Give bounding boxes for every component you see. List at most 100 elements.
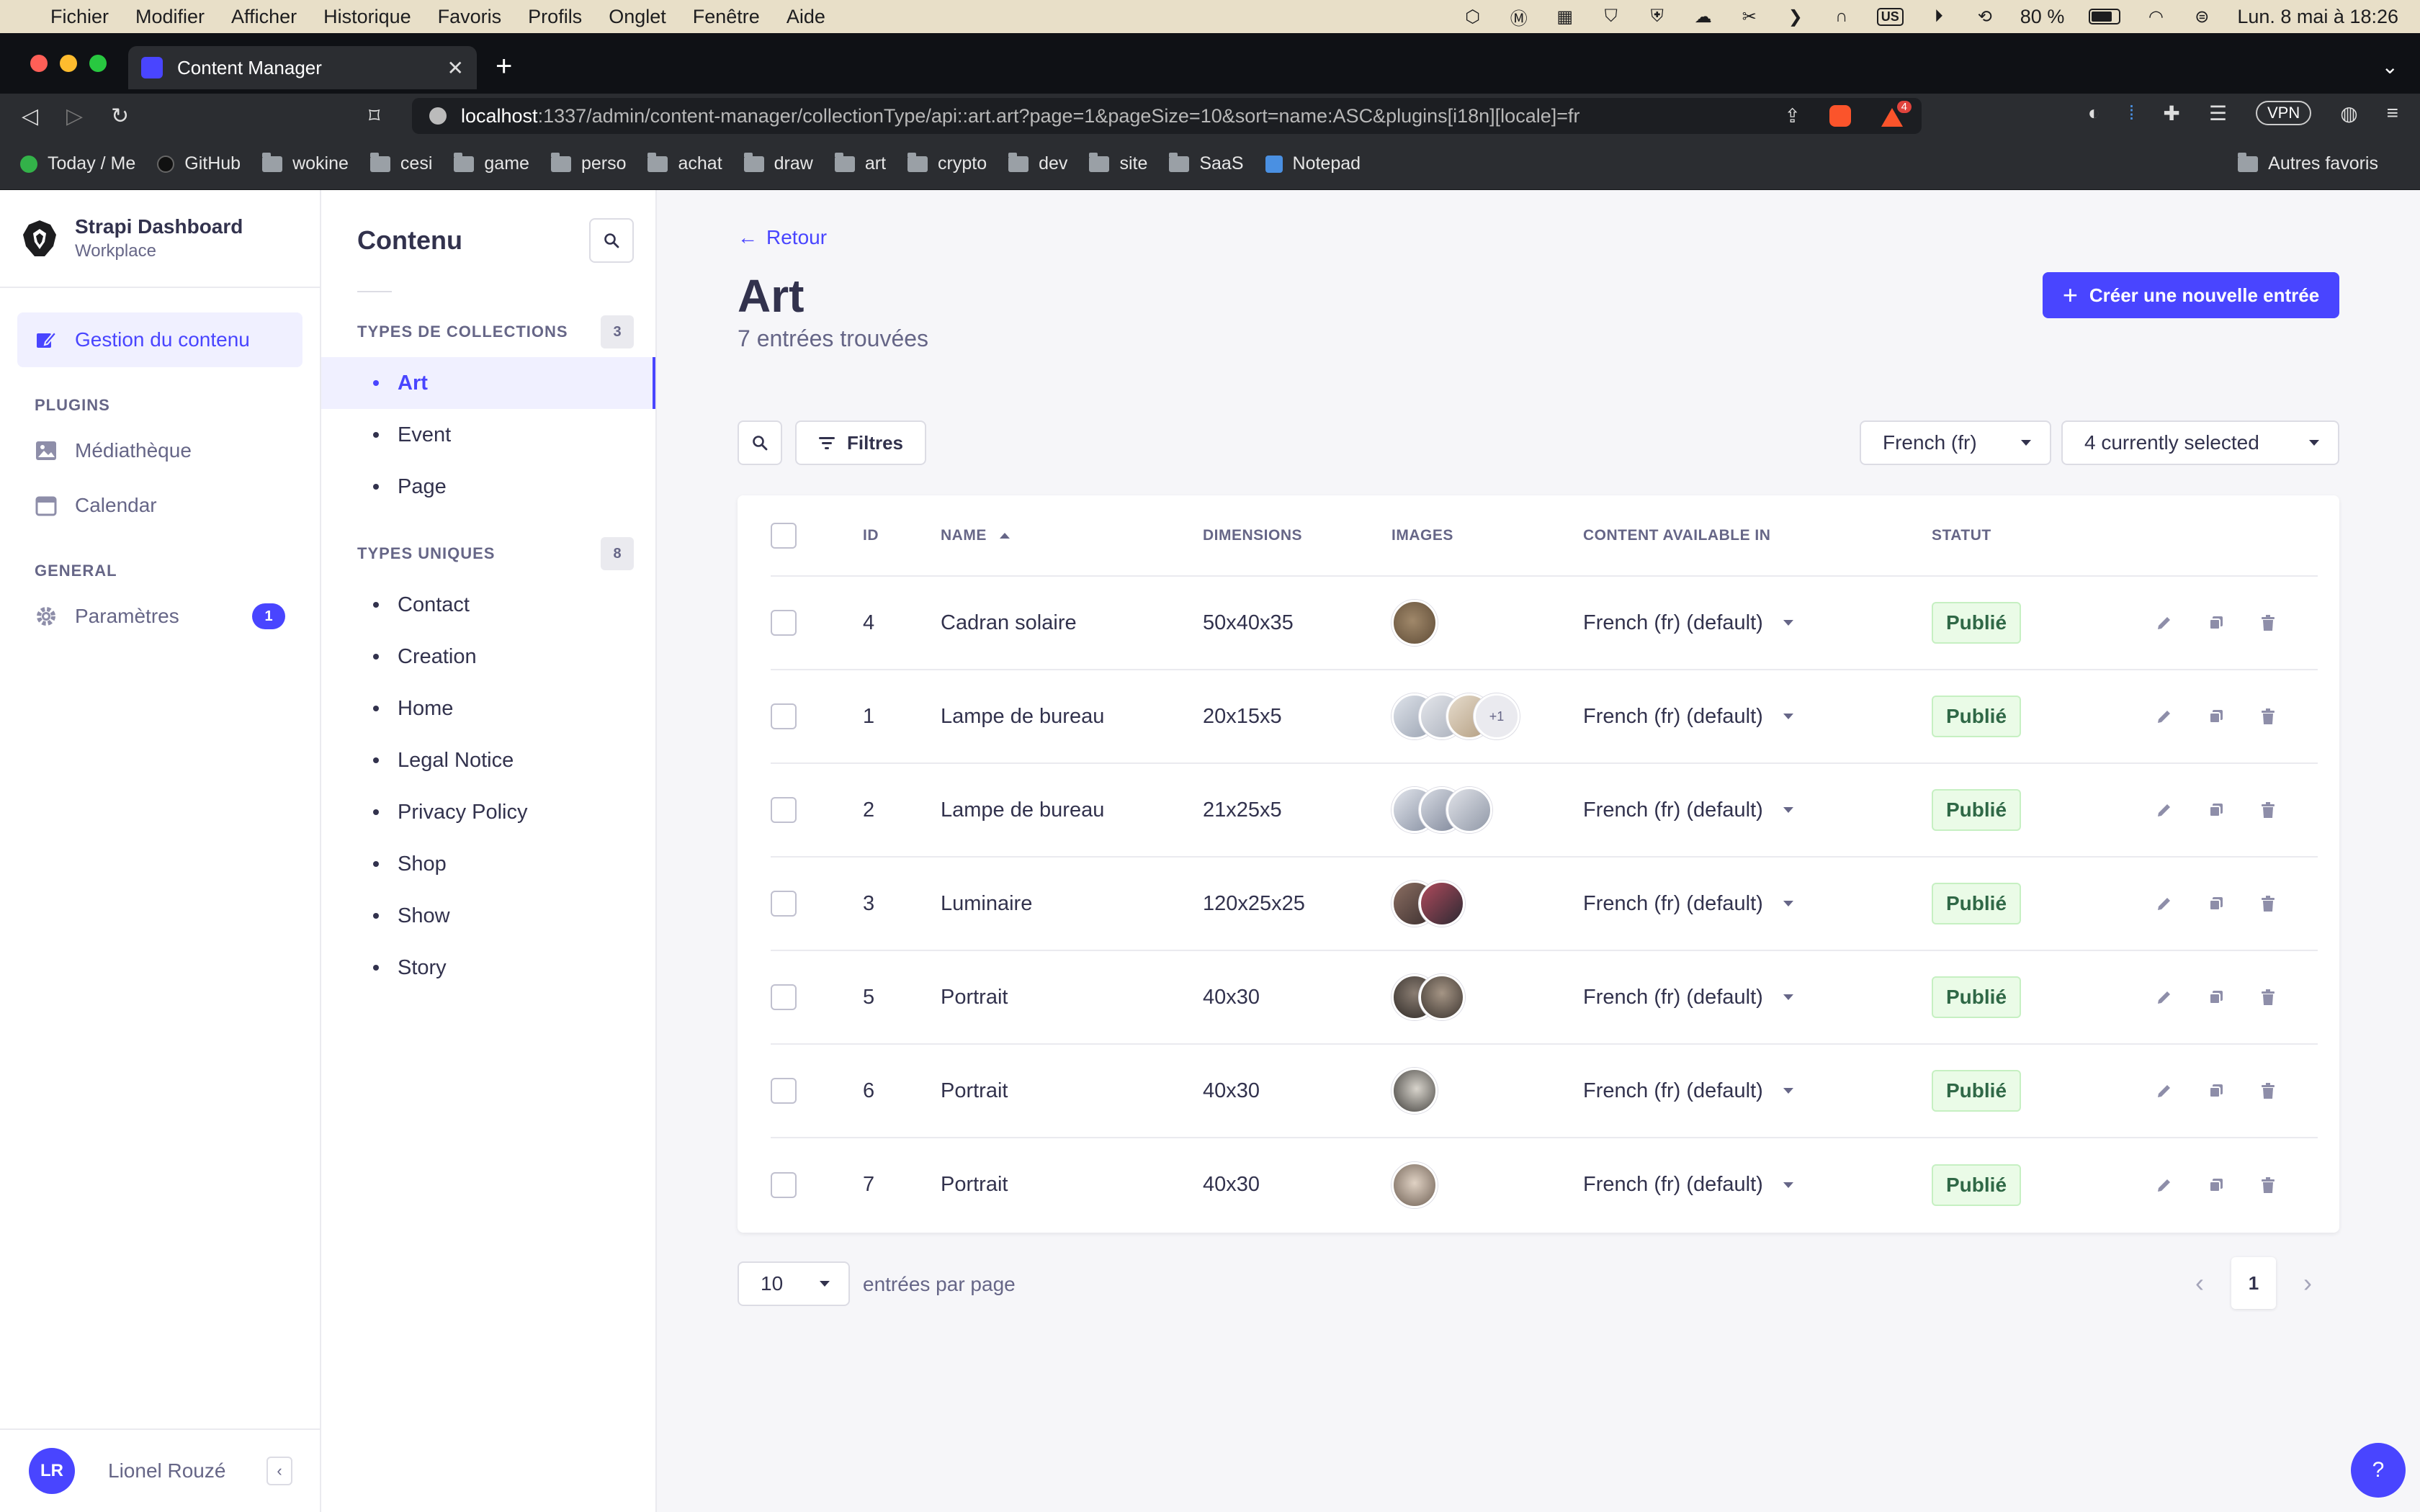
row-checkbox[interactable] bbox=[771, 703, 797, 729]
subnav-item-show[interactable]: Show bbox=[321, 890, 655, 942]
subnav-item-shop[interactable]: Shop bbox=[321, 838, 655, 890]
row-checkbox[interactable] bbox=[771, 797, 797, 823]
trash-icon[interactable] bbox=[2259, 707, 2277, 726]
brave-shields-icon[interactable] bbox=[1829, 105, 1851, 127]
duplicate-icon[interactable] bbox=[2207, 1081, 2226, 1100]
image-thumbnail[interactable] bbox=[1446, 787, 1492, 833]
reading-list-icon[interactable]: ☰ bbox=[2209, 102, 2227, 125]
table-row[interactable]: 2 Lampe de bureau 21x25x5 French (fr) (d… bbox=[771, 763, 2318, 858]
image-thumbnail[interactable] bbox=[1392, 1068, 1438, 1114]
duplicate-icon[interactable] bbox=[2207, 801, 2226, 819]
more-images-counter[interactable]: +1 bbox=[1474, 693, 1520, 739]
extensions-puzzle-icon[interactable]: ✚ bbox=[2163, 102, 2179, 125]
locale-dropdown[interactable]: French (fr) (default) bbox=[1583, 798, 1932, 822]
bookmark-folder-cesi[interactable]: cesi bbox=[369, 152, 432, 174]
row-checkbox[interactable] bbox=[771, 610, 797, 636]
grid-app-icon[interactable]: ▦ bbox=[1554, 6, 1576, 27]
bookmark-page-icon[interactable]: ⌑ bbox=[369, 104, 380, 129]
bookmark-folder-dev[interactable]: dev bbox=[1008, 152, 1067, 174]
reload-icon[interactable]: ↻ bbox=[111, 104, 129, 129]
subnav-search-button[interactable] bbox=[589, 218, 634, 263]
minimize-window-button[interactable] bbox=[60, 55, 77, 72]
subnav-item-story[interactable]: Story bbox=[321, 942, 655, 994]
edit-icon[interactable] bbox=[2155, 801, 2174, 819]
close-window-button[interactable] bbox=[30, 55, 48, 72]
trash-icon[interactable] bbox=[2259, 894, 2277, 913]
bookmark-folder-perso[interactable]: perso bbox=[550, 152, 626, 174]
back-nav-icon[interactable]: ◁ bbox=[22, 104, 38, 129]
row-checkbox[interactable] bbox=[771, 891, 797, 917]
share-icon[interactable]: ⇪ bbox=[1784, 105, 1801, 127]
battery-icon[interactable] bbox=[2089, 9, 2121, 24]
duplicate-icon[interactable] bbox=[2207, 1176, 2226, 1194]
image-thumbnail[interactable] bbox=[1419, 881, 1465, 927]
column-header-id[interactable]: ID bbox=[863, 495, 941, 577]
menubar-item-aide[interactable]: Aide bbox=[786, 6, 825, 28]
bookmark-today-me[interactable]: Today / Me bbox=[20, 153, 135, 174]
menubar-item-afficher[interactable]: Afficher bbox=[231, 6, 297, 28]
vpn-button[interactable]: VPN bbox=[2255, 101, 2312, 125]
subnav-item-creation[interactable]: Creation bbox=[321, 631, 655, 683]
menubar-item-profils[interactable]: Profils bbox=[528, 6, 582, 28]
extension-2-icon[interactable]: ⁞ bbox=[2129, 102, 2135, 125]
collapse-nav-button[interactable]: ‹ bbox=[266, 1457, 292, 1485]
trash-icon[interactable] bbox=[2259, 988, 2277, 1007]
bookmark-folder-art[interactable]: art bbox=[834, 152, 886, 174]
keyboard-layout-indicator[interactable]: US bbox=[1876, 7, 1904, 26]
table-row[interactable]: 4 Cadran solaire 50x40x35 French (fr) (d… bbox=[771, 576, 2318, 670]
table-row[interactable]: 6 Portrait 40x30 French (fr) (default) P… bbox=[771, 1044, 2318, 1138]
subnav-item-privacy-policy[interactable]: Privacy Policy bbox=[321, 786, 655, 838]
avatar[interactable]: LR bbox=[29, 1448, 75, 1494]
table-row[interactable]: 7 Portrait 40x30 French (fr) (default) P… bbox=[771, 1138, 2318, 1231]
headphones-icon[interactable]: ∩ bbox=[1831, 6, 1852, 27]
subnav-item-event[interactable]: Event bbox=[321, 409, 655, 461]
shield-icon[interactable]: ⛉ bbox=[1600, 6, 1622, 27]
brave-rewards-icon[interactable]: 4 bbox=[1880, 101, 1912, 127]
bookmark-folder-crypto[interactable]: crypto bbox=[908, 152, 987, 174]
table-row[interactable]: 5 Portrait 40x30 French (fr) (default) P… bbox=[771, 950, 2318, 1045]
bookmark-folder-wokine[interactable]: wokine bbox=[262, 152, 349, 174]
menubar-item-fenetre[interactable]: Fenêtre bbox=[693, 6, 760, 28]
subnav-item-legal-notice[interactable]: Legal Notice bbox=[321, 734, 655, 786]
subnav-item-home[interactable]: Home bbox=[321, 683, 655, 734]
menubar-item-modifier[interactable]: Modifier bbox=[135, 6, 205, 28]
duplicate-icon[interactable] bbox=[2207, 988, 2226, 1007]
table-row[interactable]: 1 Lampe de bureau 20x15x5 +1 French (fr)… bbox=[771, 670, 2318, 764]
trash-icon[interactable] bbox=[2259, 801, 2277, 819]
zoom-window-button[interactable] bbox=[89, 55, 107, 72]
locale-dropdown[interactable]: French (fr) (default) bbox=[1583, 892, 1932, 916]
menubar-clock[interactable]: Lun. 8 mai à 18:26 bbox=[2237, 6, 2398, 28]
page-size-select[interactable]: 10 bbox=[738, 1261, 850, 1306]
shield-grey-icon[interactable]: ⛨ bbox=[1646, 6, 1668, 27]
subnav-item-page[interactable]: Page bbox=[321, 461, 655, 513]
site-info-icon[interactable] bbox=[429, 107, 447, 125]
next-page-icon[interactable]: › bbox=[2303, 1268, 2312, 1298]
table-row[interactable]: 3 Luminaire 120x25x25 French (fr) (defau… bbox=[771, 857, 2318, 951]
duplicate-icon[interactable] bbox=[2207, 894, 2226, 913]
edit-icon[interactable] bbox=[2155, 1081, 2174, 1100]
image-thumbnail[interactable] bbox=[1392, 1161, 1438, 1208]
menubar-item-historique[interactable]: Historique bbox=[323, 6, 411, 28]
menubar-item-onglet[interactable]: Onglet bbox=[609, 6, 666, 28]
chevron-right-icon[interactable]: ❯ bbox=[1785, 6, 1806, 27]
bookmark-folder-game[interactable]: game bbox=[454, 152, 529, 174]
browser-tab-active[interactable]: Content Manager ✕ bbox=[128, 46, 477, 89]
locale-dropdown[interactable]: French (fr) (default) bbox=[1583, 1079, 1932, 1103]
image-thumbnail[interactable] bbox=[1419, 974, 1465, 1020]
nav-settings[interactable]: Paramètres 1 bbox=[17, 589, 302, 644]
subnav-item-art[interactable]: Art bbox=[321, 357, 655, 409]
trash-icon[interactable] bbox=[2259, 613, 2277, 632]
edit-icon[interactable] bbox=[2155, 613, 2174, 632]
tab-search-chevron-icon[interactable]: ⌄ bbox=[2382, 55, 2398, 78]
create-entry-button[interactable]: + Créer une nouvelle entrée bbox=[2043, 272, 2339, 318]
subnav-item-contact[interactable]: Contact bbox=[321, 579, 655, 631]
bookmark-folder-saas[interactable]: SaaS bbox=[1169, 152, 1244, 174]
trash-icon[interactable] bbox=[2259, 1081, 2277, 1100]
user-name[interactable]: Lionel Rouzé bbox=[108, 1459, 225, 1482]
scissors-icon[interactable]: ✂ bbox=[1739, 6, 1760, 27]
row-checkbox[interactable] bbox=[771, 984, 797, 1010]
previous-page-icon[interactable]: ‹ bbox=[2195, 1268, 2204, 1298]
row-checkbox[interactable] bbox=[771, 1078, 797, 1104]
new-tab-button[interactable]: + bbox=[496, 50, 512, 83]
trash-icon[interactable] bbox=[2259, 1176, 2277, 1194]
